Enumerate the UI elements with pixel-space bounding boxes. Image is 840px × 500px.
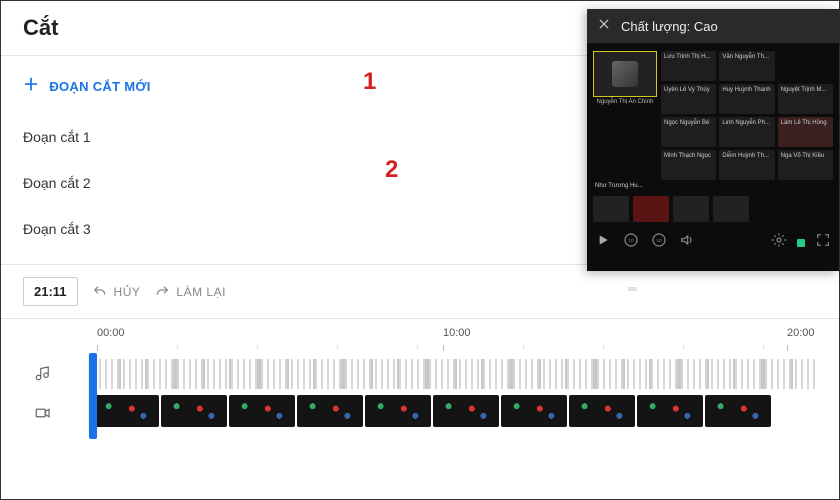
preview-body: Nguyễn Thị An Chính Lưu Trịnh Thị H... V… xyxy=(587,43,839,226)
redo-icon xyxy=(154,284,170,300)
video-thumb xyxy=(705,395,771,427)
app-frame: Cắt ＋ ĐOẠN CẮT MỚI 1 XEM TRƯỚC 2 Đoạn cắ… xyxy=(0,0,840,500)
volume-button[interactable] xyxy=(679,232,695,253)
new-clip-label: ĐOẠN CẮT MỚI xyxy=(49,79,150,94)
forward-10-button[interactable]: 10 xyxy=(651,232,667,253)
undo-label: HỦY xyxy=(114,285,141,299)
preview-thumb xyxy=(593,196,629,222)
video-thumb xyxy=(93,395,159,427)
settings-button[interactable] xyxy=(771,232,787,253)
fullscreen-button[interactable] xyxy=(815,232,831,253)
video-thumb xyxy=(365,395,431,427)
camera-icon xyxy=(34,404,52,422)
current-time-value: 21:11 xyxy=(34,284,67,299)
participant-tile: Ngọc Nguyễn Bé xyxy=(661,117,716,147)
rewind-10-button[interactable]: 10 xyxy=(623,232,639,253)
close-preview-button[interactable] xyxy=(597,17,611,36)
timeline-toolbar: 21:11 HỦY LÀM LẠI ═ xyxy=(1,265,839,318)
bottom-participant-name: Như Trương Hu... xyxy=(593,180,833,192)
preview-thumb xyxy=(713,196,749,222)
participant-tile: Nguyệt Trịnh M... xyxy=(778,84,833,114)
self-name: Nguyễn Thị An Chính xyxy=(593,99,657,105)
participant-grid: Lưu Trịnh Thị H... Văn Nguyễn Th... Uyên… xyxy=(661,51,833,180)
timeline-ruler[interactable]: 00:00 10:00 20:00 xyxy=(83,327,817,353)
play-icon xyxy=(595,232,611,248)
timeline-tracks xyxy=(23,353,817,433)
drag-handle-icon[interactable]: ═ xyxy=(628,281,639,296)
preview-panel: Chất lượng: Cao Nguyễn Thị An Chính Lưu … xyxy=(587,9,839,271)
svg-text:10: 10 xyxy=(656,238,662,243)
participant-tile: Uyên Lê Vy Thúy xyxy=(661,84,716,114)
video-thumb xyxy=(501,395,567,427)
playhead[interactable] xyxy=(89,353,97,439)
fullscreen-icon xyxy=(815,232,831,248)
audio-track[interactable] xyxy=(23,353,817,393)
plus-icon: ＋ xyxy=(23,78,39,94)
svg-text:10: 10 xyxy=(628,238,634,243)
forward-icon: 10 xyxy=(651,232,667,248)
preview-controls: 10 10 xyxy=(587,226,839,259)
video-thumb xyxy=(161,395,227,427)
video-thumbnails xyxy=(93,395,817,427)
timeline-tick: 00:00 xyxy=(97,327,125,339)
undo-button[interactable]: HỦY xyxy=(92,284,141,300)
avatar xyxy=(612,61,638,87)
timeline-tick: 10:00 xyxy=(443,327,471,339)
video-thumb xyxy=(229,395,295,427)
play-button[interactable] xyxy=(595,232,611,253)
video-thumb xyxy=(297,395,363,427)
music-note-icon xyxy=(34,364,52,382)
video-track-icon xyxy=(23,404,63,422)
audio-track-icon xyxy=(23,364,63,382)
annotation-marker-2: 2 xyxy=(385,156,398,184)
cc-indicator[interactable] xyxy=(797,239,805,247)
preview-thumb xyxy=(673,196,709,222)
timeline: 00:00 10:00 20:00 xyxy=(1,319,839,451)
redo-label: LÀM LẠI xyxy=(176,285,226,299)
participant-tile: Nga Võ Thị Kiều xyxy=(778,150,833,180)
participant-tile: Minh Thạch Ngọc xyxy=(661,150,716,180)
preview-header: Chất lượng: Cao xyxy=(587,9,839,43)
video-thumb xyxy=(569,395,635,427)
audio-waveform xyxy=(93,359,817,389)
participant-tile: Lưu Trịnh Thị H... xyxy=(661,51,716,81)
redo-button[interactable]: LÀM LẠI xyxy=(154,284,226,300)
gear-icon xyxy=(771,232,787,248)
video-thumb xyxy=(433,395,499,427)
annotation-marker-1: 1 xyxy=(363,68,376,96)
participant-tile: Diễm Huỳnh Th... xyxy=(719,150,774,180)
preview-quality-label: Chất lượng: Cao xyxy=(621,19,718,34)
participant-tile: Linh Nguyễn Ph... xyxy=(719,117,774,147)
preview-thumbnails xyxy=(593,196,833,222)
participant-tile: Lâm Lê Thị Hồng xyxy=(778,117,833,147)
video-track[interactable] xyxy=(23,393,817,433)
rewind-icon: 10 xyxy=(623,232,639,248)
close-icon xyxy=(597,17,611,31)
participant-tile: Văn Nguyễn Th... xyxy=(719,51,774,81)
participant-tile: Huy Huỳnh Thanh xyxy=(719,84,774,114)
preview-thumb xyxy=(633,196,669,222)
current-time-input[interactable]: 21:11 xyxy=(23,277,78,306)
preview-self-tile: Nguyễn Thị An Chính xyxy=(593,51,657,180)
undo-icon xyxy=(92,284,108,300)
video-thumb xyxy=(637,395,703,427)
new-clip-button[interactable]: ＋ ĐOẠN CẮT MỚI xyxy=(23,78,151,94)
volume-icon xyxy=(679,232,695,248)
timeline-tick: 20:00 xyxy=(787,327,815,339)
